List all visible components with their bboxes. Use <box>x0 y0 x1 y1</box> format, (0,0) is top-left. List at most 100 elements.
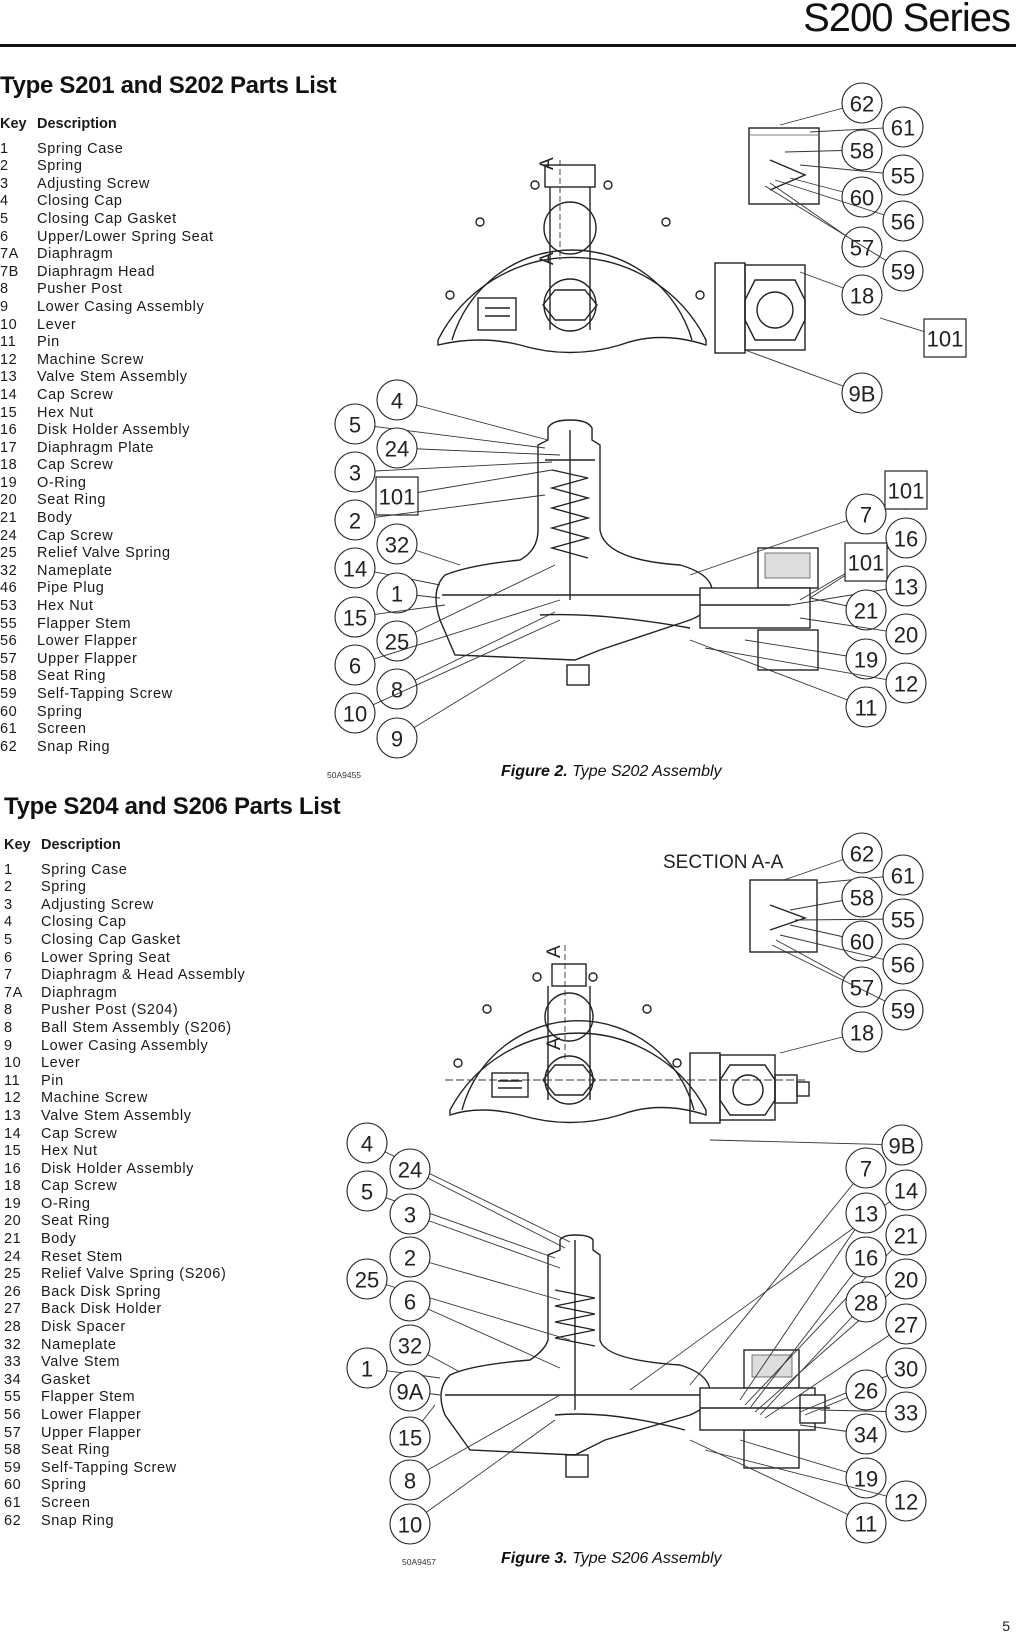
section-mark-a-top: A <box>537 157 558 170</box>
callout-label: 7 <box>860 1157 872 1182</box>
leader-line <box>396 659 526 739</box>
callout-label: 21 <box>894 1224 918 1249</box>
figure3-caption: Figure 3. Type S206 Assembly <box>501 1550 722 1568</box>
callout-label: 9 <box>391 727 403 752</box>
figure2-callout-58: 58 <box>784 129 883 171</box>
figure2-callout-2: 2 <box>334 494 546 541</box>
callout-label: 15 <box>398 1426 422 1451</box>
callout-label: 12 <box>894 1490 918 1515</box>
callout-label: 30 <box>894 1357 918 1382</box>
callout-label: 16 <box>854 1246 878 1271</box>
callout-label: 4 <box>361 1132 373 1157</box>
figure2-callout-60: 60 <box>789 176 883 218</box>
callout-label: 12 <box>894 672 918 697</box>
callout-label: 10 <box>398 1513 422 1538</box>
callout-label: 56 <box>891 953 915 978</box>
callout-label: 19 <box>854 648 878 673</box>
callout-label: 9A <box>397 1380 424 1405</box>
leader-line <box>409 1168 566 1249</box>
callout-label: 3 <box>349 461 361 486</box>
figure3-callout-18: 18 <box>779 1011 883 1054</box>
callout-label: 60 <box>850 186 874 211</box>
assembly-drawings: A A A A SECTION A-A 62615855605657591810… <box>334 82 967 1545</box>
callout-label: 5 <box>361 1180 373 1205</box>
figure2-callout-62: 62 <box>779 82 883 126</box>
callout-label: 11 <box>855 1512 878 1537</box>
callout-label: 20 <box>894 623 918 648</box>
callout-label: 28 <box>854 1291 878 1316</box>
leader-line <box>396 564 556 642</box>
callout-label: 25 <box>385 630 409 655</box>
figure3-callout-62: 62 <box>783 832 883 881</box>
callout-label: 21 <box>854 599 878 624</box>
callout-label: 4 <box>391 389 403 414</box>
figure3-code: 50A9457 <box>402 1557 437 1567</box>
callout-label: 61 <box>891 864 915 889</box>
leader-line <box>771 944 904 1011</box>
callout-label: 25 <box>355 1268 379 1293</box>
figure2-callout-101: 101 <box>884 470 928 510</box>
callout-label: 1 <box>361 1357 373 1382</box>
figure3-callout-9b: 9B <box>709 1124 923 1166</box>
callouts-layer: 6261585560565759181019B45243101232141152… <box>334 82 967 1545</box>
section-mark-a-top: A <box>544 945 565 958</box>
figure2-caption: Figure 2. Type S202 Assembly <box>501 763 722 781</box>
leader-line <box>409 1213 561 1269</box>
callout-label: 101 <box>888 479 925 504</box>
figure3-top-view: A A SECTION A-A <box>445 852 818 1124</box>
callout-label: 59 <box>891 999 915 1024</box>
callout-label: 18 <box>850 1021 874 1046</box>
figure2-callout-3: 3 <box>334 451 553 493</box>
callout-label: 13 <box>854 1202 878 1227</box>
leader-line <box>409 1256 561 1301</box>
callout-label: 101 <box>379 485 416 510</box>
callout-label: 56 <box>891 210 915 235</box>
section-a-a-label: SECTION A-A <box>663 852 784 873</box>
callout-label: 57 <box>850 236 874 261</box>
figure3-caption-text: Type S206 Assembly <box>567 1550 722 1567</box>
callout-label: 101 <box>927 327 964 352</box>
figure3-callout-12: 12 <box>704 1449 927 1522</box>
callout-label: 8 <box>391 678 403 703</box>
callout-label: 58 <box>850 886 874 911</box>
callout-label: 34 <box>854 1423 878 1448</box>
svg-text:A: A <box>537 252 558 265</box>
figure2-callout-9b: 9B <box>744 349 883 414</box>
figure2-callout-101: 101 <box>809 542 888 599</box>
section-mark-a-bottom: A <box>544 1037 565 1050</box>
callout-label: 13 <box>894 575 918 600</box>
figure3-callout-32: 32 <box>389 1324 461 1373</box>
callout-label: 24 <box>385 437 409 462</box>
figure2-top-view: A A <box>437 127 820 354</box>
callout-label: 61 <box>891 116 915 141</box>
callout-label: 59 <box>891 260 915 285</box>
callout-label: 11 <box>855 696 878 721</box>
callout-label: 55 <box>891 908 915 933</box>
figure2-callout-101: 101 <box>879 317 967 358</box>
callout-label: 27 <box>894 1313 918 1338</box>
figure2-callout-18: 18 <box>799 271 883 316</box>
callout-label: 60 <box>850 930 874 955</box>
callout-label: 32 <box>398 1334 422 1359</box>
callout-label: 9B <box>849 382 876 407</box>
callout-label: 26 <box>854 1379 878 1404</box>
callout-label: 2 <box>404 1246 416 1271</box>
svg-text:SECTION A-A: SECTION A-A <box>663 852 784 873</box>
leader-line <box>396 399 549 441</box>
callout-label: 101 <box>848 551 885 576</box>
figure2-section-view <box>435 419 819 686</box>
figure2-callout-5: 5 <box>334 403 546 449</box>
callout-label: 14 <box>894 1179 918 1204</box>
callout-label: 16 <box>894 527 918 552</box>
callout-label: 3 <box>404 1203 416 1228</box>
callout-label: 14 <box>343 557 367 582</box>
callout-label: 20 <box>894 1268 918 1293</box>
page-number: 5 <box>1002 1618 1010 1634</box>
callout-label: 55 <box>891 164 915 189</box>
leader-line <box>396 611 556 690</box>
figure3-callout-15: 15 <box>389 1404 436 1458</box>
callout-label: 57 <box>850 976 874 1001</box>
callout-label: 5 <box>349 413 361 438</box>
figure2-caption-label: Figure 2. <box>501 763 568 780</box>
callout-label: 62 <box>850 842 874 867</box>
